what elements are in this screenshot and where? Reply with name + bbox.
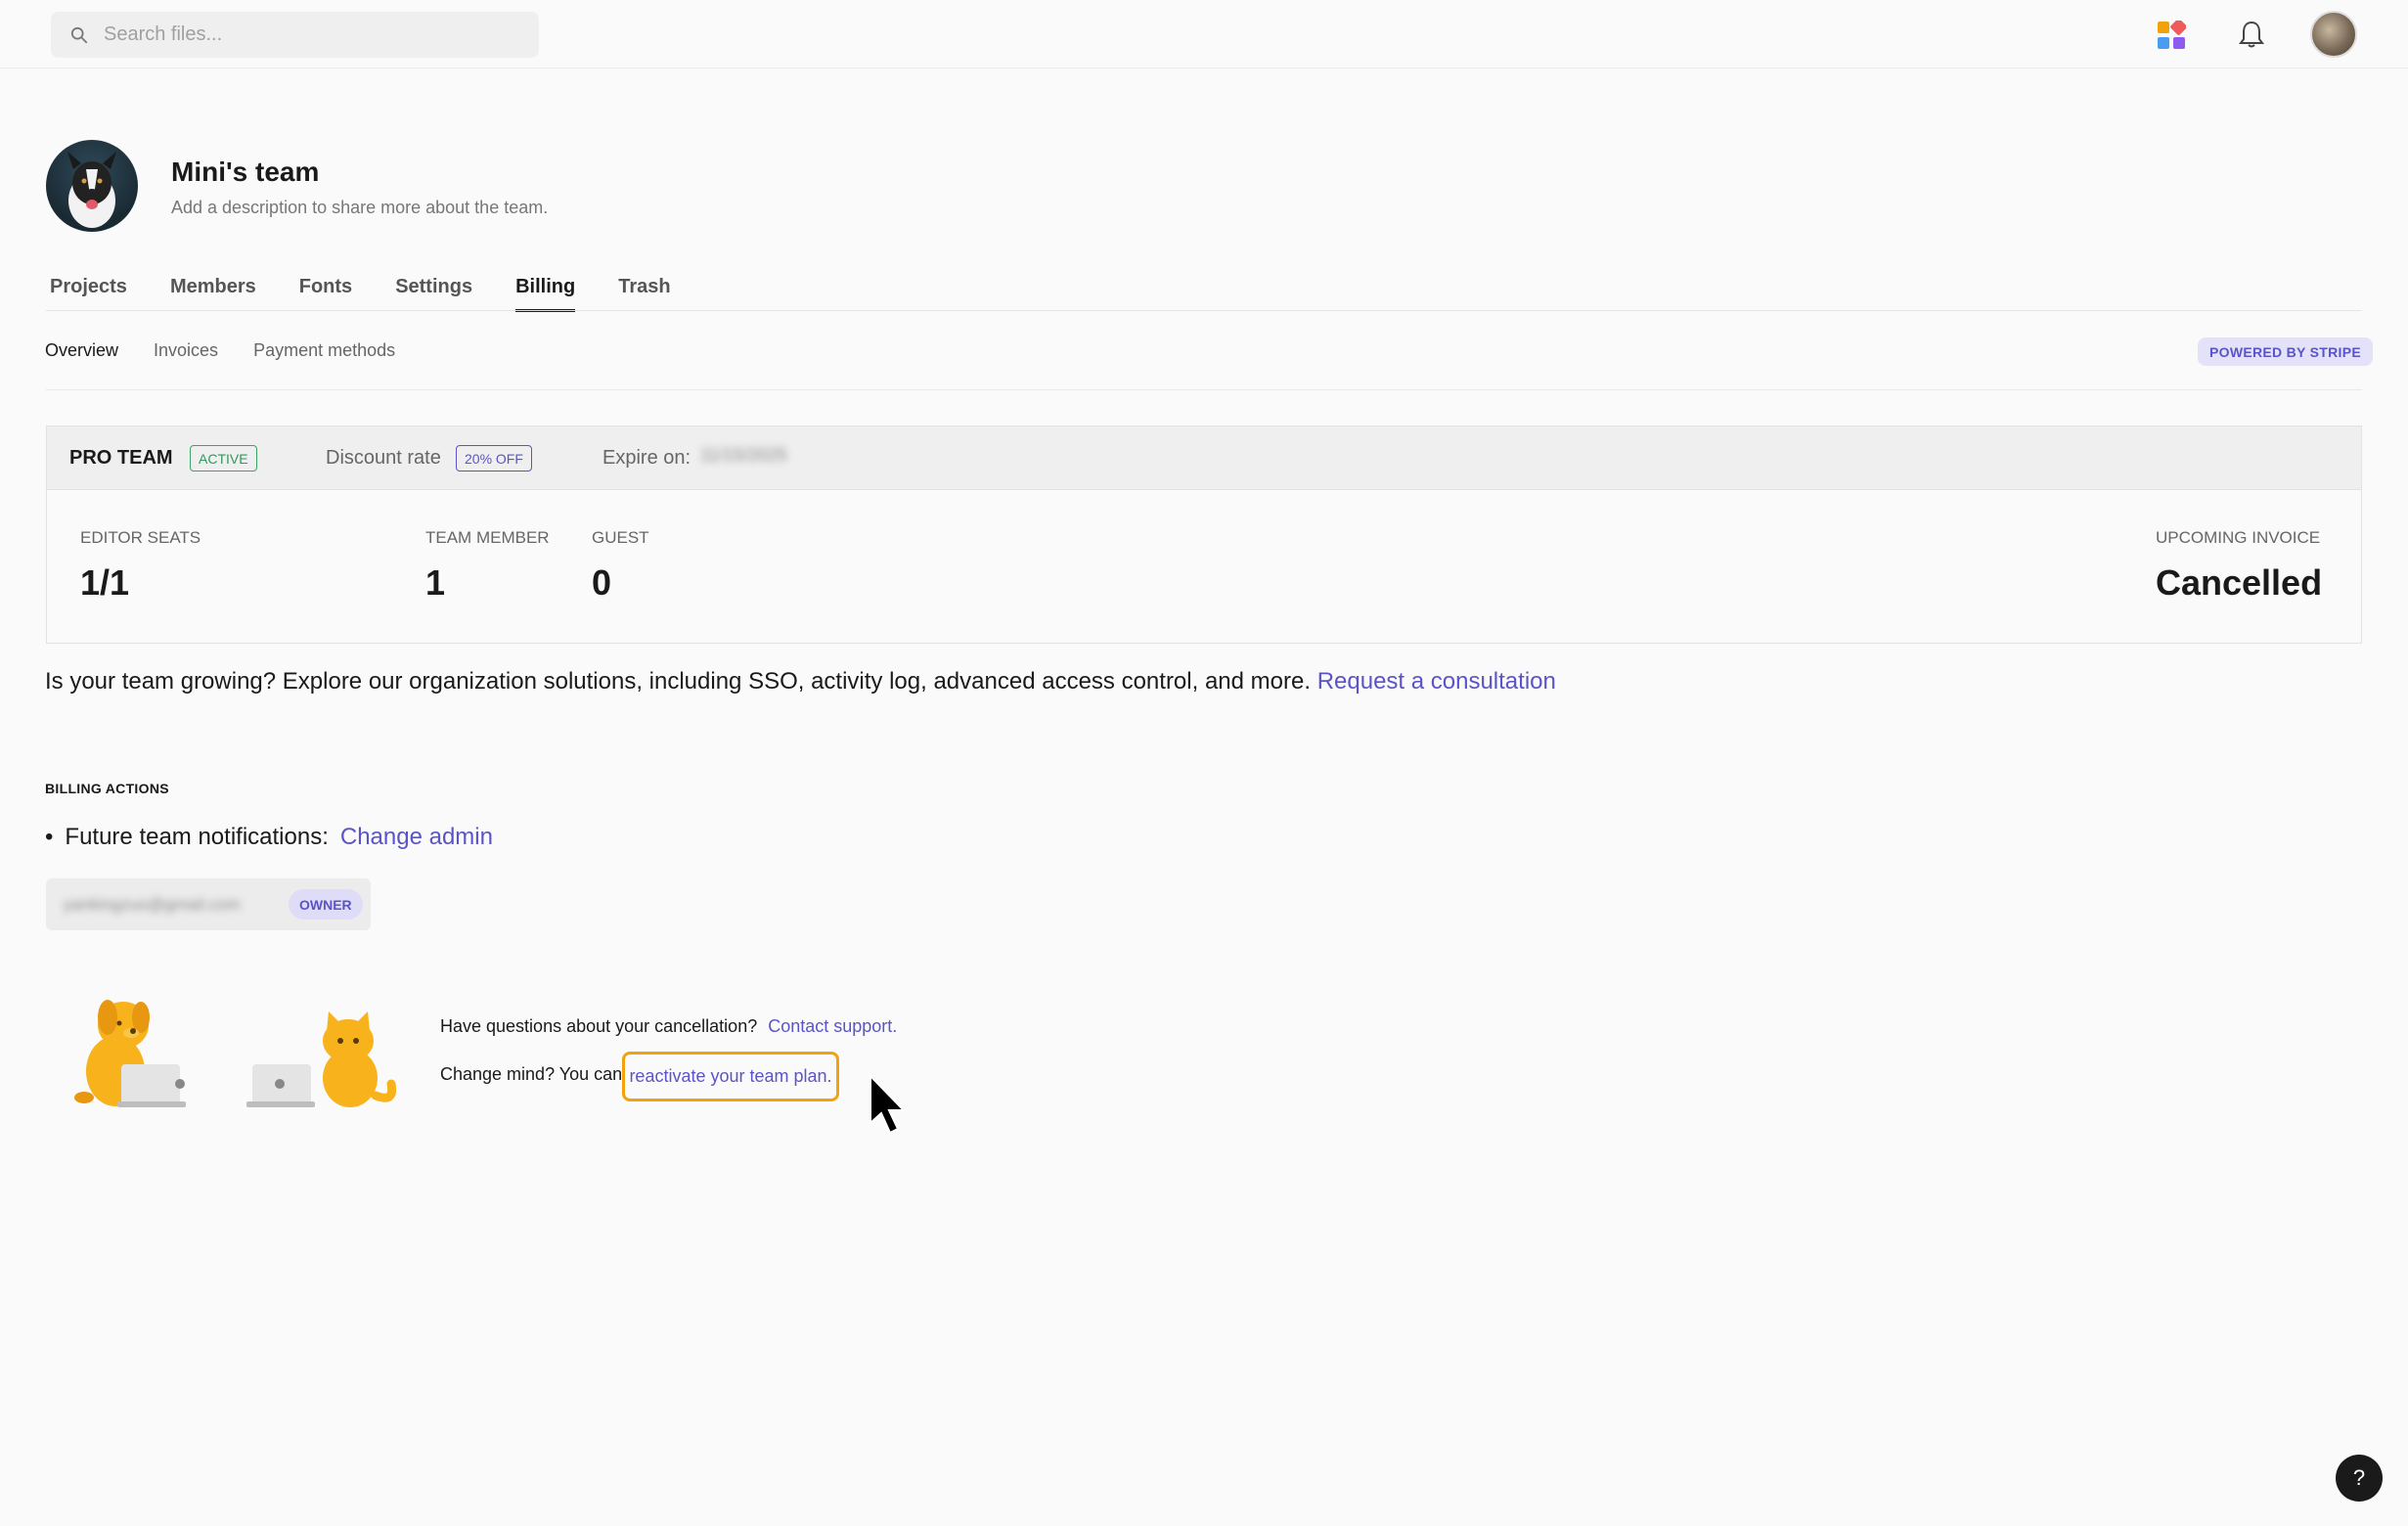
expire-label: Expire on: <box>602 447 691 469</box>
subtab-invoices[interactable]: Invoices <box>154 340 218 361</box>
future-notifications-label: Future team notifications: <box>65 824 329 850</box>
team-member-label: TEAM MEMBER <box>425 528 550 547</box>
mouse-cursor-icon <box>870 1074 907 1135</box>
owner-email: yankingzuo@gmail.com <box>64 894 241 914</box>
contact-support-link[interactable]: Contact support. <box>768 1016 897 1036</box>
top-bar <box>0 0 2408 68</box>
change-mind-text: Change mind? You can <box>440 1064 623 1084</box>
dog-and-cat-illustration <box>74 1000 397 1107</box>
team-tabs: Projects Members Fonts Settings Billing … <box>50 276 714 312</box>
billing-subtabs: Overview Invoices Payment methods <box>45 340 430 361</box>
guest-value: 0 <box>592 562 612 603</box>
subtabs-divider <box>46 389 2362 390</box>
search-input[interactable] <box>104 23 514 46</box>
search-icon <box>70 26 88 43</box>
request-consultation-link[interactable]: Request a consultation <box>1317 668 1556 695</box>
search-bar[interactable] <box>51 12 539 58</box>
team-member-value: 1 <box>425 562 446 603</box>
team-name: Mini's team <box>171 157 320 187</box>
tab-trash[interactable]: Trash <box>618 276 670 312</box>
owner-badge: OWNER <box>289 889 363 920</box>
owner-chip: yankingzuo@gmail.com OWNER <box>46 878 371 930</box>
subtab-overview[interactable]: Overview <box>45 340 118 361</box>
discount-label: Discount rate <box>326 447 441 469</box>
bullet: • <box>45 824 54 850</box>
apps-icon[interactable] <box>2157 21 2186 50</box>
team-description[interactable]: Add a description to share more about th… <box>171 198 548 218</box>
upcoming-invoice-value: Cancelled <box>2156 562 2323 603</box>
tab-fonts[interactable]: Fonts <box>299 276 352 312</box>
expire-value: 11/15/2025 <box>700 445 787 465</box>
tab-projects[interactable]: Projects <box>50 276 127 312</box>
promo-body: Is your team growing? Explore our organi… <box>45 668 1312 695</box>
plan-name: PRO TEAM <box>69 447 173 469</box>
plan-card: PRO TEAM ACTIVE Discount rate 20% OFF Ex… <box>46 426 2362 644</box>
editor-seats-value: 1/1 <box>80 562 130 603</box>
change-admin-link[interactable]: Change admin <box>340 824 493 851</box>
tab-settings[interactable]: Settings <box>395 276 472 312</box>
discount-badge: 20% OFF <box>456 445 532 471</box>
user-avatar[interactable] <box>2310 11 2357 58</box>
editor-seats-label: EDITOR SEATS <box>80 528 201 547</box>
reactivate-team-plan-link[interactable]: reactivate your team plan. <box>622 1052 839 1101</box>
future-notifications-row: • Future team notifications: Change admi… <box>45 824 493 851</box>
subtab-payment-methods[interactable]: Payment methods <box>253 340 395 361</box>
tab-billing[interactable]: Billing <box>515 276 576 312</box>
help-button[interactable]: ? <box>2336 1455 2383 1502</box>
upcoming-invoice-label: UPCOMING INVOICE <box>2156 528 2321 547</box>
billing-actions-title: BILLING ACTIONS <box>45 781 169 796</box>
guest-label: GUEST <box>592 528 649 547</box>
tabs-divider <box>46 310 2362 311</box>
tab-members[interactable]: Members <box>170 276 256 312</box>
powered-by-stripe-badge: POWERED BY STRIPE <box>2198 337 2373 366</box>
cancellation-question-text: Have questions about your cancellation? <box>440 1016 758 1036</box>
cancellation-question: Have questions about your cancellation? … <box>440 1016 897 1037</box>
bell-icon[interactable] <box>2238 20 2265 49</box>
plan-header: PRO TEAM ACTIVE Discount rate 20% OFF Ex… <box>47 426 2361 490</box>
status-badge: ACTIVE <box>190 445 257 471</box>
promo-text: Is your team growing? Explore our organi… <box>45 668 1556 696</box>
team-avatar <box>46 140 138 232</box>
